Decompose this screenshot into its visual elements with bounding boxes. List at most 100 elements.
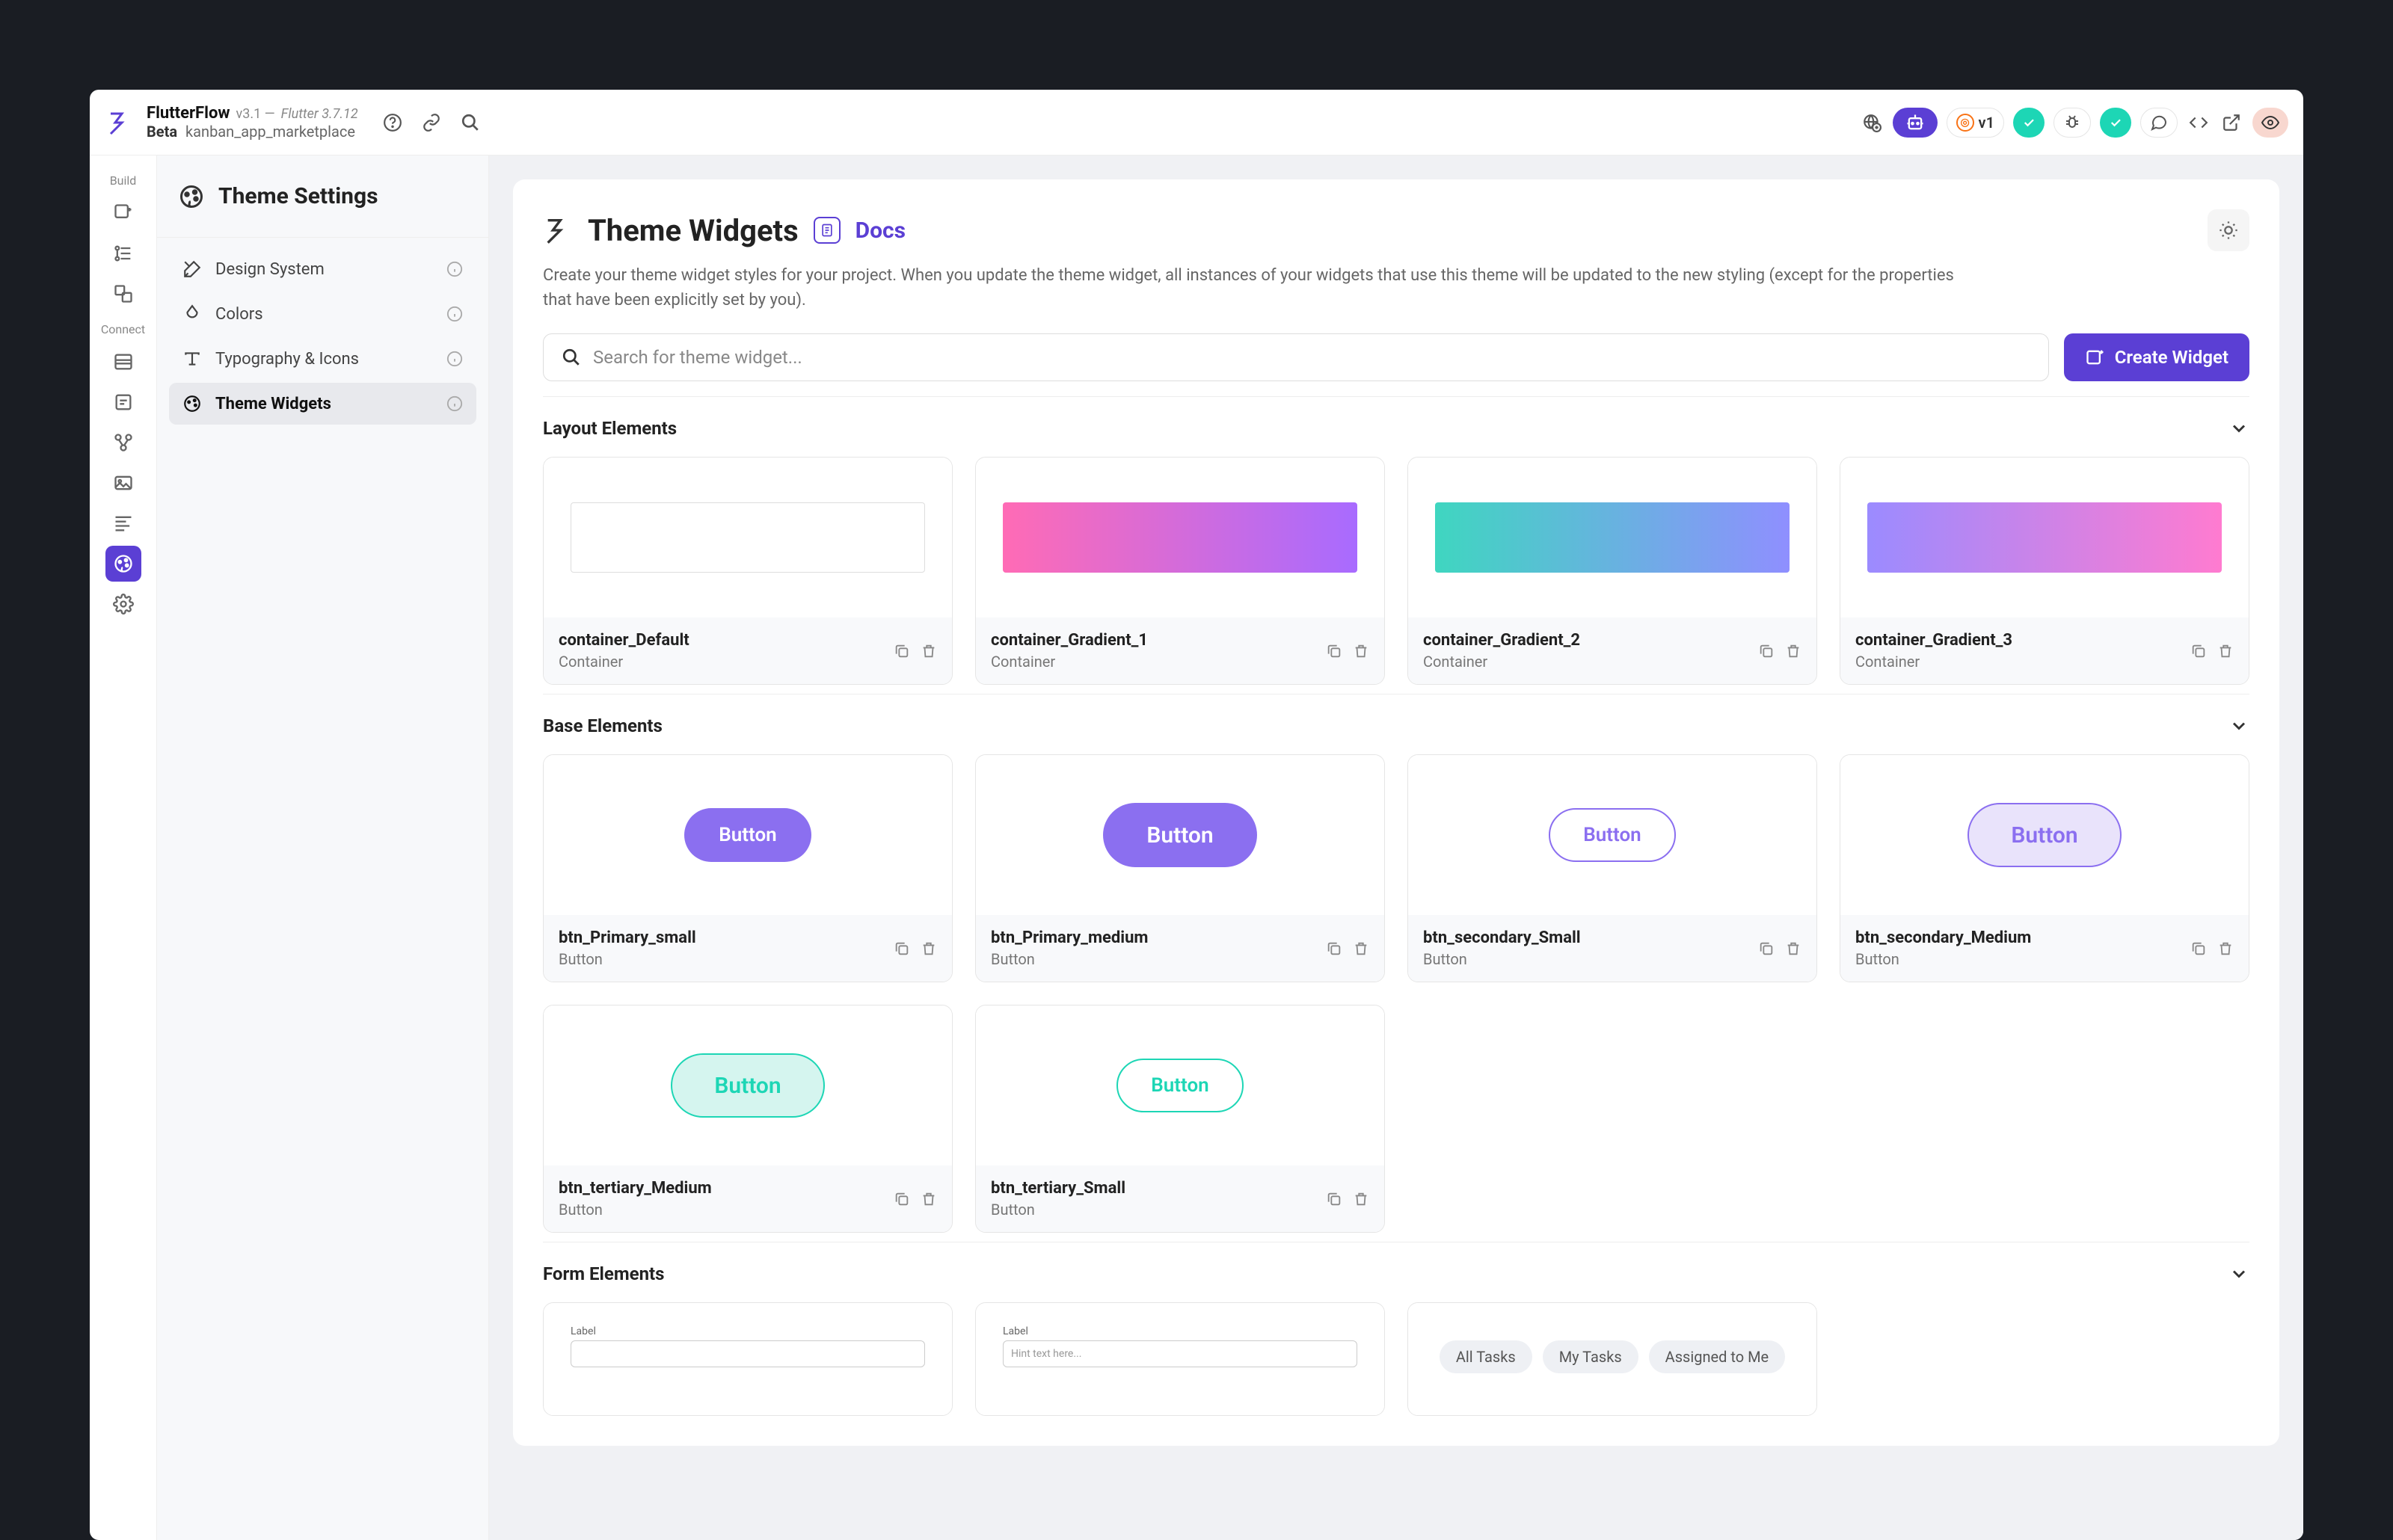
- copy-icon[interactable]: [1326, 643, 1342, 659]
- code-icon[interactable]: [2187, 111, 2211, 135]
- copy-icon[interactable]: [1326, 1191, 1342, 1207]
- link-icon[interactable]: [420, 111, 443, 135]
- button-preview: Button: [684, 808, 811, 862]
- status-check-1[interactable]: [2013, 108, 2045, 138]
- panel-title: Theme Settings: [218, 183, 378, 209]
- info-icon[interactable]: [446, 306, 463, 322]
- rail-api-icon[interactable]: [105, 425, 141, 461]
- delete-icon[interactable]: [1353, 940, 1369, 957]
- widget-card[interactable]: Label: [543, 1302, 953, 1416]
- rail-settings-icon[interactable]: [105, 586, 141, 622]
- delete-icon[interactable]: [1785, 940, 1801, 957]
- copy-icon[interactable]: [1758, 643, 1775, 659]
- chips-preview: All Tasks My Tasks Assigned to Me: [1440, 1340, 1785, 1373]
- widget-card[interactable]: All Tasks My Tasks Assigned to Me: [1407, 1302, 1817, 1416]
- rail-tree-icon[interactable]: [105, 235, 141, 271]
- widget-card[interactable]: container_Gradient_2Container: [1407, 457, 1817, 685]
- delete-icon[interactable]: [1785, 643, 1801, 659]
- copy-icon[interactable]: [894, 940, 910, 957]
- palette-icon: [178, 183, 205, 210]
- delete-icon[interactable]: [921, 643, 937, 659]
- widget-card[interactable]: container_Gradient_1Container: [975, 457, 1385, 685]
- rail-connect-label: Connect: [101, 322, 145, 336]
- container-preview: [571, 502, 925, 573]
- section-header-layout[interactable]: Layout Elements: [543, 418, 2249, 439]
- help-icon[interactable]: [381, 111, 405, 135]
- search-box[interactable]: [543, 333, 2049, 381]
- widget-card[interactable]: container_Gradient_3Container: [1840, 457, 2249, 685]
- logo-icon: [543, 215, 573, 245]
- delete-icon[interactable]: [2217, 643, 2234, 659]
- section-header-base[interactable]: Base Elements: [543, 715, 2249, 736]
- widget-card[interactable]: Button btn_secondary_MediumButton: [1840, 754, 2249, 982]
- copy-icon[interactable]: [1758, 940, 1775, 957]
- preview-eye-button[interactable]: [2252, 108, 2288, 138]
- sidebar-item-colors[interactable]: Colors: [169, 293, 476, 335]
- info-icon[interactable]: [446, 395, 463, 412]
- copy-icon[interactable]: [1326, 940, 1342, 957]
- button-preview: Button: [1967, 803, 2122, 867]
- sidebar-item-design-system[interactable]: Design System: [169, 248, 476, 290]
- button-preview: Button: [1549, 808, 1676, 862]
- info-icon[interactable]: [446, 261, 463, 277]
- search-input[interactable]: [593, 347, 2030, 368]
- info-icon[interactable]: [446, 351, 463, 367]
- design-icon: [182, 259, 202, 279]
- ai-button[interactable]: [1893, 108, 1938, 138]
- create-widget-button[interactable]: Create Widget: [2064, 333, 2249, 381]
- side-panel: Theme Settings Design System Colors Typo…: [157, 155, 489, 1540]
- product-name: FlutterFlow: [147, 104, 230, 123]
- external-link-icon[interactable]: [2220, 111, 2243, 135]
- target-icon: ◎: [1956, 114, 1974, 132]
- copy-icon[interactable]: [2190, 643, 2207, 659]
- status-check-2[interactable]: [2100, 108, 2131, 138]
- copy-icon[interactable]: [2190, 940, 2207, 957]
- delete-icon[interactable]: [921, 940, 937, 957]
- page-title: Theme Widgets: [588, 213, 799, 248]
- sidebar-item-theme-widgets[interactable]: Theme Widgets: [169, 383, 476, 425]
- copy-icon[interactable]: [894, 643, 910, 659]
- rail-pages-icon[interactable]: [105, 276, 141, 312]
- textfield-preview: Label: [571, 1325, 925, 1367]
- chevron-down-icon: [2228, 1263, 2249, 1284]
- version-badge[interactable]: ◎ v1: [1947, 108, 2004, 138]
- widget-card[interactable]: Button btn_Primary_smallButton: [543, 754, 953, 982]
- theme-toggle-button[interactable]: [2208, 209, 2249, 251]
- widget-card[interactable]: Label Hint text here...: [975, 1302, 1385, 1416]
- rail-database-icon[interactable]: [105, 344, 141, 380]
- product-version: v3.1 —: [236, 106, 274, 122]
- widget-card[interactable]: Button btn_secondary_SmallButton: [1407, 754, 1817, 982]
- delete-icon[interactable]: [1353, 1191, 1369, 1207]
- button-preview: Button: [671, 1053, 825, 1118]
- chat-icon[interactable]: [2140, 108, 2178, 138]
- chevron-down-icon: [2228, 715, 2249, 736]
- sidebar-item-typography[interactable]: Typography & Icons: [169, 338, 476, 380]
- widget-card[interactable]: Button btn_Primary_mediumButton: [975, 754, 1385, 982]
- copy-icon[interactable]: [894, 1191, 910, 1207]
- docs-link[interactable]: Docs: [855, 218, 906, 244]
- delete-icon[interactable]: [1353, 643, 1369, 659]
- bug-icon[interactable]: [2053, 108, 2091, 138]
- globe-icon[interactable]: [1860, 111, 1884, 135]
- section-header-form[interactable]: Form Elements: [543, 1263, 2249, 1284]
- page-description: Create your theme widget styles for your…: [543, 263, 1986, 312]
- rail-add-widget[interactable]: [105, 195, 141, 231]
- rail-datatype-icon[interactable]: [105, 384, 141, 420]
- delete-icon[interactable]: [2217, 940, 2234, 957]
- main-content: Theme Widgets Docs Create your theme wid…: [489, 155, 2303, 1540]
- app-logo: [105, 108, 135, 138]
- search-icon[interactable]: [458, 111, 482, 135]
- textfield-preview: Label Hint text here...: [1003, 1325, 1357, 1367]
- widget-card[interactable]: container_DefaultContainer: [543, 457, 953, 685]
- rail-align-icon[interactable]: [105, 505, 141, 541]
- rail-media-icon[interactable]: [105, 465, 141, 501]
- delete-icon[interactable]: [921, 1191, 937, 1207]
- widget-card[interactable]: Button btn_tertiary_MediumButton: [543, 1005, 953, 1233]
- rail-theme-icon[interactable]: [105, 546, 141, 582]
- search-icon: [562, 348, 581, 367]
- left-rail: Build Connect: [90, 155, 157, 1540]
- button-preview: Button: [1103, 803, 1257, 867]
- topbar: FlutterFlow v3.1 — Flutter 3.7.12 Beta k…: [90, 90, 2303, 155]
- widget-card[interactable]: Button btn_tertiary_SmallButton: [975, 1005, 1385, 1233]
- palette-icon: [182, 394, 202, 413]
